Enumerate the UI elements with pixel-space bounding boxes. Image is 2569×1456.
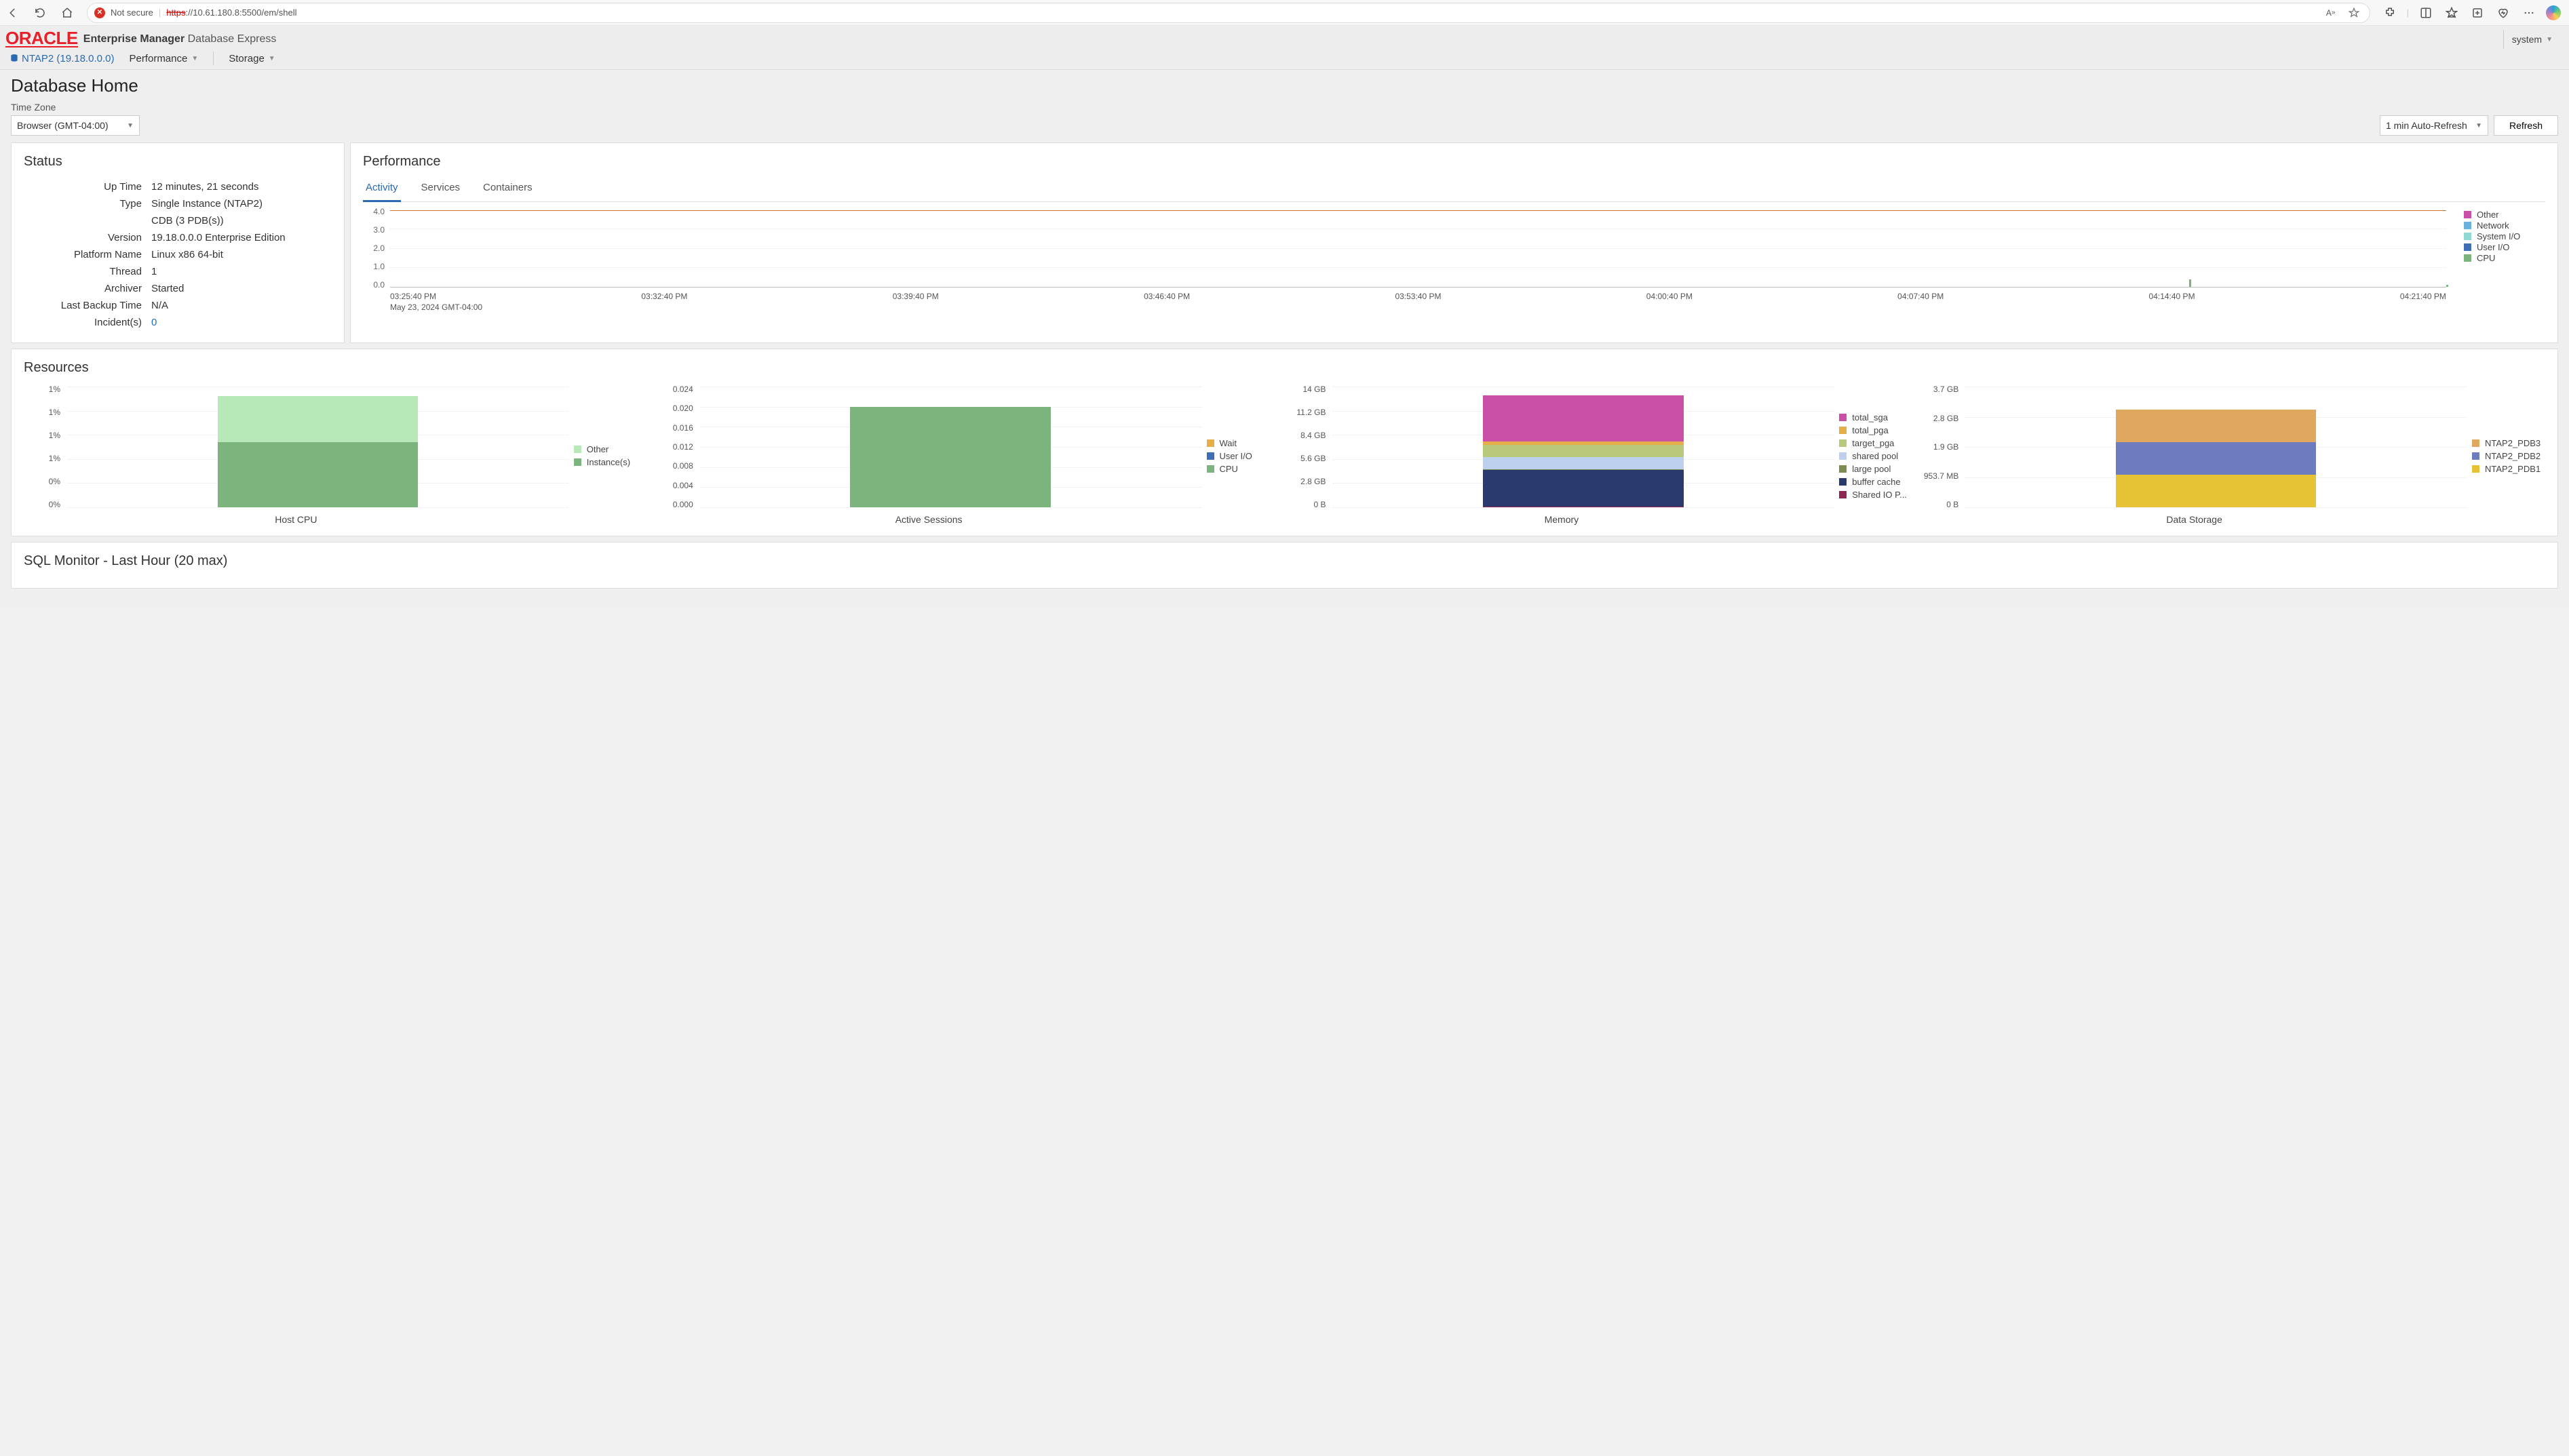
legend-item: total_sga <box>1839 412 1912 422</box>
status-title: Status <box>24 154 332 170</box>
health-icon[interactable] <box>2494 4 2512 22</box>
legend-item: Other <box>2464 210 2545 220</box>
performance-panel: Performance Activity Services Containers 4… <box>350 142 2558 343</box>
status-row: Thread1 <box>25 264 330 279</box>
host_cpu-chart: 1%1%1%1%0%0%Host CPUOtherInstance(s) <box>24 387 647 525</box>
more-icon[interactable] <box>2520 4 2538 22</box>
split-icon[interactable] <box>2417 4 2435 22</box>
read-aloud-icon[interactable]: A» <box>2322 4 2340 22</box>
resources-title: Resources <box>24 360 2545 376</box>
legend-item: User I/O <box>1207 451 1280 461</box>
not-secure-icon: ✕ <box>94 7 105 18</box>
tab-containers[interactable]: Containers <box>480 178 535 201</box>
status-row: Up Time12 minutes, 21 seconds <box>25 179 330 195</box>
tab-activity[interactable]: Activity <box>363 178 401 202</box>
legend-item: User I/O <box>2464 242 2545 252</box>
database-icon <box>9 54 19 63</box>
status-row: CDB (3 PDB(s)) <box>25 213 330 229</box>
copilot-icon[interactable] <box>2546 5 2561 20</box>
legend-item: Other <box>574 444 647 454</box>
autorefresh-select[interactable]: 1 min Auto-Refresh▼ <box>2380 115 2488 136</box>
status-row: ArchiverStarted <box>25 281 330 296</box>
url-text: https://10.61.180.8:5500/em/shell <box>166 7 296 18</box>
legend-item: Network <box>2464 220 2545 231</box>
status-row: Platform NameLinux x86 64-bit <box>25 247 330 262</box>
legend-item: CPU <box>1207 464 1280 474</box>
status-row: Version19.18.0.0.0 Enterprise Edition <box>25 230 330 245</box>
legend-item: large pool <box>1839 464 1912 474</box>
em-header: ORACLE Enterprise Manager Database Expre… <box>0 26 2569 49</box>
status-panel: Status Up Time12 minutes, 21 secondsType… <box>11 142 345 343</box>
page-title: Database Home <box>11 73 2558 102</box>
back-icon[interactable] <box>4 4 22 22</box>
target-link[interactable]: NTAP2 (19.18.0.0.0) <box>9 53 114 64</box>
active_sessions-chart: 0.0240.0200.0160.0120.0080.0040.000Activ… <box>657 387 1280 525</box>
performance-tabs: Activity Services Containers <box>363 178 2545 202</box>
browser-toolbar: ✕ Not secure | https://10.61.180.8:5500/… <box>0 0 2569 26</box>
legend-item: NTAP2_PDB2 <box>2472 451 2545 461</box>
collections-icon[interactable] <box>2469 4 2486 22</box>
cpu-baseline <box>390 210 2446 211</box>
extensions-icon[interactable] <box>2381 4 2399 22</box>
legend-item: System I/O <box>2464 231 2545 241</box>
oracle-logo: ORACLE <box>5 31 78 47</box>
user-menu[interactable]: system ▼ <box>2503 30 2561 49</box>
legend-item: Instance(s) <box>574 457 647 467</box>
legend-item: target_pga <box>1839 438 1912 448</box>
not-secure-label: Not secure <box>111 7 153 18</box>
status-row: TypeSingle Instance (NTAP2) <box>25 196 330 212</box>
timezone-select[interactable]: Browser (GMT-04:00)▼ <box>11 115 140 136</box>
activity-legend: OtherNetworkSystem I/OUser I/OCPU <box>2464 209 2545 312</box>
legend-item: Shared IO P... <box>1839 490 1912 500</box>
status-row: Last Backup TimeN/A <box>25 298 330 313</box>
activity-date: May 23, 2024 GMT-04:00 <box>390 302 2446 312</box>
performance-menu[interactable]: Performance▼ <box>129 53 198 64</box>
legend-item: buffer cache <box>1839 477 1912 487</box>
star-icon[interactable] <box>2345 4 2363 22</box>
product-title: Enterprise Manager Database Express <box>83 33 277 45</box>
favorites-icon[interactable] <box>2443 4 2460 22</box>
tab-services[interactable]: Services <box>419 178 463 201</box>
memory-chart: 14 GB11.2 GB8.4 GB5.6 GB2.8 GB0 BMemoryt… <box>1290 387 1913 525</box>
status-table: Up Time12 minutes, 21 secondsTypeSingle … <box>24 178 332 332</box>
storage-menu[interactable]: Storage▼ <box>229 53 275 64</box>
sql-monitor-title: SQL Monitor - Last Hour (20 max) <box>24 553 2545 569</box>
incidents-link[interactable]: 0 <box>151 317 157 328</box>
legend-item: CPU <box>2464 253 2545 263</box>
status-row: Incident(s)0 <box>25 315 330 330</box>
activity-chart: 4.03.02.01.00.0 03:25:40 PM03:32:40 PM03… <box>363 209 2446 312</box>
home-icon[interactable] <box>58 4 76 22</box>
legend-item: total_pga <box>1839 425 1912 435</box>
resources-panel: Resources 1%1%1%1%0%0%Host CPUOtherInsta… <box>11 349 2558 536</box>
refresh-icon[interactable] <box>31 4 49 22</box>
performance-title: Performance <box>363 154 2545 170</box>
refresh-button[interactable]: Refresh <box>2494 115 2558 136</box>
address-bar[interactable]: ✕ Not secure | https://10.61.180.8:5500/… <box>87 3 2370 23</box>
legend-item: NTAP2_PDB3 <box>2472 438 2545 448</box>
sql-monitor-panel: SQL Monitor - Last Hour (20 max) <box>11 542 2558 589</box>
data_storage-chart: 3.7 GB2.8 GB1.9 GB953.7 MB0 BData Storag… <box>1922 387 2545 525</box>
em-nav: NTAP2 (19.18.0.0.0) Performance▼ Storage… <box>0 49 2569 70</box>
legend-item: shared pool <box>1839 451 1912 461</box>
legend-item: NTAP2_PDB1 <box>2472 464 2545 474</box>
legend-item: Wait <box>1207 438 1280 448</box>
timezone-label: Time Zone <box>11 102 2558 113</box>
